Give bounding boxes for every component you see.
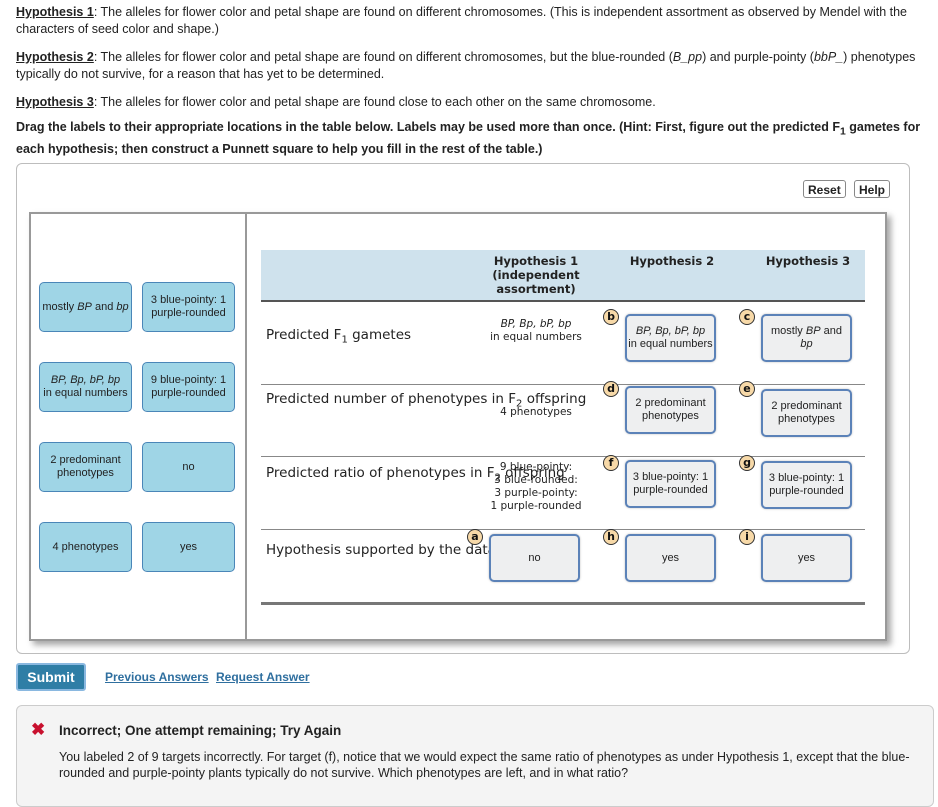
hypothesis-1-text: Hypothesis 1: The alleles for flower col… — [16, 5, 907, 36]
target-badge-h: h — [603, 529, 619, 545]
target-badge-c: c — [739, 309, 755, 325]
activity-panel: Reset Help mostly BP and bp 3 blue-point… — [16, 163, 910, 654]
feedback-box: ✖ Incorrect; One attempt remaining; Try … — [16, 705, 934, 807]
chip-mostly-bp-and-bp[interactable]: mostly BP and bp — [39, 282, 132, 332]
target-badge-e: e — [739, 381, 755, 397]
table-bottom-border — [261, 602, 865, 605]
drop-target-b[interactable]: BP, Bp, bP, bp in equal numbers — [625, 314, 716, 362]
chip-gametes-equal-numbers[interactable]: BP, Bp, bP, bp in equal numbers — [39, 362, 132, 412]
drop-target-d[interactable]: 2 predominant phenotypes — [625, 386, 716, 434]
chip-4-phenotypes[interactable]: 4 phenotypes — [39, 522, 132, 572]
cell-h1-phenotypes: 4 phenotypes — [500, 406, 572, 418]
help-button[interactable]: Help — [854, 180, 891, 198]
chip-2-predominant-phenotypes[interactable]: 2 predominant phenotypes — [39, 442, 132, 492]
row-label-hypothesis-supported: Hypothesis supported by the data? — [266, 542, 504, 558]
reset-button[interactable]: Reset — [803, 180, 846, 198]
target-badge-f: f — [603, 455, 619, 471]
drop-target-i[interactable]: yes — [761, 534, 852, 582]
row-divider — [261, 456, 865, 457]
target-badge-i: i — [739, 529, 755, 545]
incorrect-x-icon: ✖ — [31, 720, 46, 739]
feedback-message: You labeled 2 of 9 targets incorrectly. … — [59, 750, 910, 780]
hypothesis-3-text: Hypothesis 3: The alleles for flower col… — [16, 95, 656, 109]
instructions: Drag the labels to their appropriate loc… — [16, 120, 921, 156]
header-hypothesis-3: Hypothesis 3 — [765, 254, 851, 268]
header-hypothesis-1: Hypothesis 1 (independent assortment) — [492, 254, 580, 296]
table-header: Hypothesis 1 (independent assortment) Hy… — [261, 250, 865, 302]
hypothesis-1-label: Hypothesis 1 — [16, 5, 94, 19]
target-badge-d: d — [603, 381, 619, 397]
submit-button[interactable]: Submit — [16, 663, 86, 691]
target-badge-g: g — [739, 455, 755, 471]
drag-drop-board: mostly BP and bp 3 blue-pointy: 1 purple… — [29, 212, 887, 641]
drop-target-h[interactable]: yes — [625, 534, 716, 582]
feedback-title: Incorrect; One attempt remaining; Try Ag… — [59, 723, 342, 738]
drop-target-a[interactable]: no — [489, 534, 580, 582]
cell-h1-ratio: 9 blue-pointy: 3 blue-rounded: 3 purple-po… — [490, 461, 582, 512]
row-divider — [261, 384, 865, 385]
chip-9-blue-pointy-1-purple-rounded[interactable]: 9 blue-pointy: 1 purple-rounded — [142, 362, 235, 412]
target-badge-b: b — [603, 309, 619, 325]
drop-target-f[interactable]: 3 blue-pointy: 1 purple-rounded — [625, 460, 716, 508]
drop-target-c[interactable]: mostly BP and bp — [761, 314, 852, 362]
hypothesis-2-text: Hypothesis 2: The alleles for flower col… — [16, 50, 916, 81]
label-palette: mostly BP and bp 3 blue-pointy: 1 purple… — [31, 214, 247, 639]
chip-3-blue-pointy-1-purple-rounded[interactable]: 3 blue-pointy: 1 purple-rounded — [142, 282, 235, 332]
target-badge-a: a — [467, 529, 483, 545]
hypothesis-2-label: Hypothesis 2 — [16, 50, 94, 64]
previous-answers-link[interactable]: Previous Answers — [105, 670, 209, 684]
chip-no[interactable]: no — [142, 442, 235, 492]
drop-target-g[interactable]: 3 blue-pointy: 1 purple-rounded — [761, 461, 852, 509]
request-answer-link[interactable]: Request Answer — [216, 670, 310, 684]
chip-yes[interactable]: yes — [142, 522, 235, 572]
cell-h1-gametes: BP, Bp, bP, bp in equal numbers — [490, 318, 582, 343]
drop-target-e[interactable]: 2 predominant phenotypes — [761, 389, 852, 437]
hypothesis-3-label: Hypothesis 3 — [16, 95, 94, 109]
row-label-f1-gametes: Predicted F1 gametes — [266, 327, 412, 346]
header-hypothesis-2: Hypothesis 2 — [629, 254, 715, 268]
row-divider — [261, 529, 865, 530]
